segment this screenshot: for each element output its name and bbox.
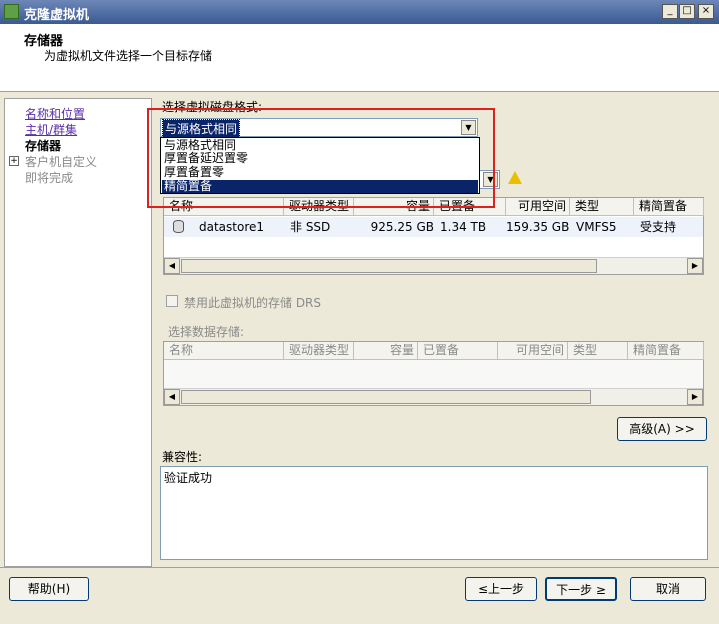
column-header[interactable]: 驱动器类型 — [284, 198, 354, 216]
compatibility-box: 验证成功 — [160, 466, 708, 560]
wizard-header: 存储器 为虚拟机文件选择一个目标存储 — [0, 24, 719, 92]
dropdown-option[interactable]: 厚置备置零 — [162, 166, 478, 179]
chevron-down-icon[interactable]: ▼ — [483, 172, 498, 187]
column-header[interactable]: 精简置备 — [634, 198, 704, 216]
table-row[interactable]: datastore1 非 SSD 925.25 GB 1.34 TB 159.3… — [164, 217, 703, 237]
column-header[interactable]: 已置备 — [434, 198, 506, 216]
nav-item-name-location[interactable]: 名称和位置 — [25, 105, 85, 122]
disk-format-selected: 与源格式相同 — [161, 119, 241, 138]
database-icon — [173, 220, 184, 233]
select-datastore-label: 选择数据存储: — [168, 325, 245, 339]
app-icon — [4, 4, 19, 19]
wizard-footer: 帮助(H) ≤上一步 下一步 ≥ 取消 — [0, 567, 719, 624]
column-header[interactable]: 类型 — [570, 198, 634, 216]
cell-thin: 受支持 — [640, 220, 677, 234]
scroll-left-icon[interactable]: ◀ — [164, 258, 180, 274]
storage-table: 名称 驱动器类型 容量 已置备 可用空间 类型 精简置备 datastore1 … — [163, 197, 704, 275]
expand-icon[interactable]: + — [9, 156, 19, 166]
disk-format-combo[interactable]: 与源格式相同 ▼ — [160, 118, 478, 138]
cell-name: datastore1 — [199, 220, 265, 234]
nav-item-guest-customization: 客户机自定义 — [25, 155, 98, 169]
horizontal-scrollbar[interactable]: ◀ ▶ — [164, 257, 703, 274]
warning-icon — [508, 171, 522, 184]
column-header: 已置备 — [418, 342, 498, 360]
scroll-thumb[interactable] — [181, 390, 591, 404]
dropdown-option[interactable]: 厚置备延迟置零 — [162, 152, 478, 165]
scroll-right-icon[interactable]: ▶ — [687, 389, 703, 405]
wizard-nav: 名称和位置 主机/群集 存储器 + 客户机自定义 即将完成 — [4, 98, 152, 567]
disk-format-dropdown[interactable]: 与源格式相同 厚置备延迟置零 厚置备置零 精简置备 — [160, 137, 480, 194]
cell-free: 159.35 GB — [506, 220, 570, 234]
nav-item-storage: 存储器 — [25, 139, 62, 153]
disk-format-label: 选择虚拟磁盘格式: — [162, 100, 263, 114]
back-button[interactable]: ≤上一步 — [465, 577, 537, 601]
column-header: 驱动器类型 — [284, 342, 354, 360]
nav-item-host-cluster[interactable]: 主机/群集 — [25, 121, 77, 138]
nav-item-ready: 即将完成 — [25, 171, 74, 185]
drs-checkbox[interactable] — [166, 295, 178, 307]
chevron-down-icon[interactable]: ▼ — [461, 120, 476, 135]
title-bar: 克隆虚拟机 _ □ × — [0, 0, 719, 24]
horizontal-scrollbar[interactable]: ◀ ▶ — [164, 388, 703, 405]
cell-capacity: 925.25 GB — [370, 220, 434, 234]
next-button[interactable]: 下一步 ≥ — [545, 577, 617, 601]
maximize-button[interactable]: □ — [679, 4, 695, 19]
column-header: 类型 — [568, 342, 628, 360]
column-header[interactable]: 名称 — [164, 198, 284, 216]
scroll-right-icon[interactable]: ▶ — [687, 258, 703, 274]
cell-drive: 非 SSD — [290, 220, 331, 234]
column-header: 名称 — [164, 342, 284, 360]
column-header: 容量 — [354, 342, 418, 360]
column-header[interactable]: 容量 — [354, 198, 434, 216]
drs-label: 禁用此虚拟机的存储 DRS — [184, 296, 322, 310]
scroll-left-icon[interactable]: ◀ — [164, 389, 180, 405]
cell-provisioned: 1.34 TB — [440, 220, 487, 234]
window-title: 克隆虚拟机 — [24, 8, 90, 23]
page-subtitle: 为虚拟机文件选择一个目标存储 — [44, 49, 213, 63]
column-header: 精简置备 — [628, 342, 704, 360]
dropdown-option-selected[interactable]: 精简置备 — [162, 180, 478, 193]
cell-type: VMFS5 — [576, 220, 617, 234]
compatibility-label: 兼容性: — [162, 450, 203, 464]
close-button[interactable]: × — [698, 4, 714, 19]
minimize-button[interactable]: _ — [662, 4, 678, 19]
advanced-button[interactable]: 高级(A) >> — [617, 417, 707, 441]
scroll-thumb[interactable] — [181, 259, 597, 273]
column-header[interactable]: 可用空间 — [506, 198, 570, 216]
datastore-select-table: 名称 驱动器类型 容量 已置备 可用空间 类型 精简置备 ◀ ▶ — [163, 341, 704, 406]
column-header: 可用空间 — [498, 342, 568, 360]
help-button[interactable]: 帮助(H) — [9, 577, 89, 601]
cancel-button[interactable]: 取消 — [630, 577, 706, 601]
compatibility-text: 验证成功 — [164, 471, 213, 485]
